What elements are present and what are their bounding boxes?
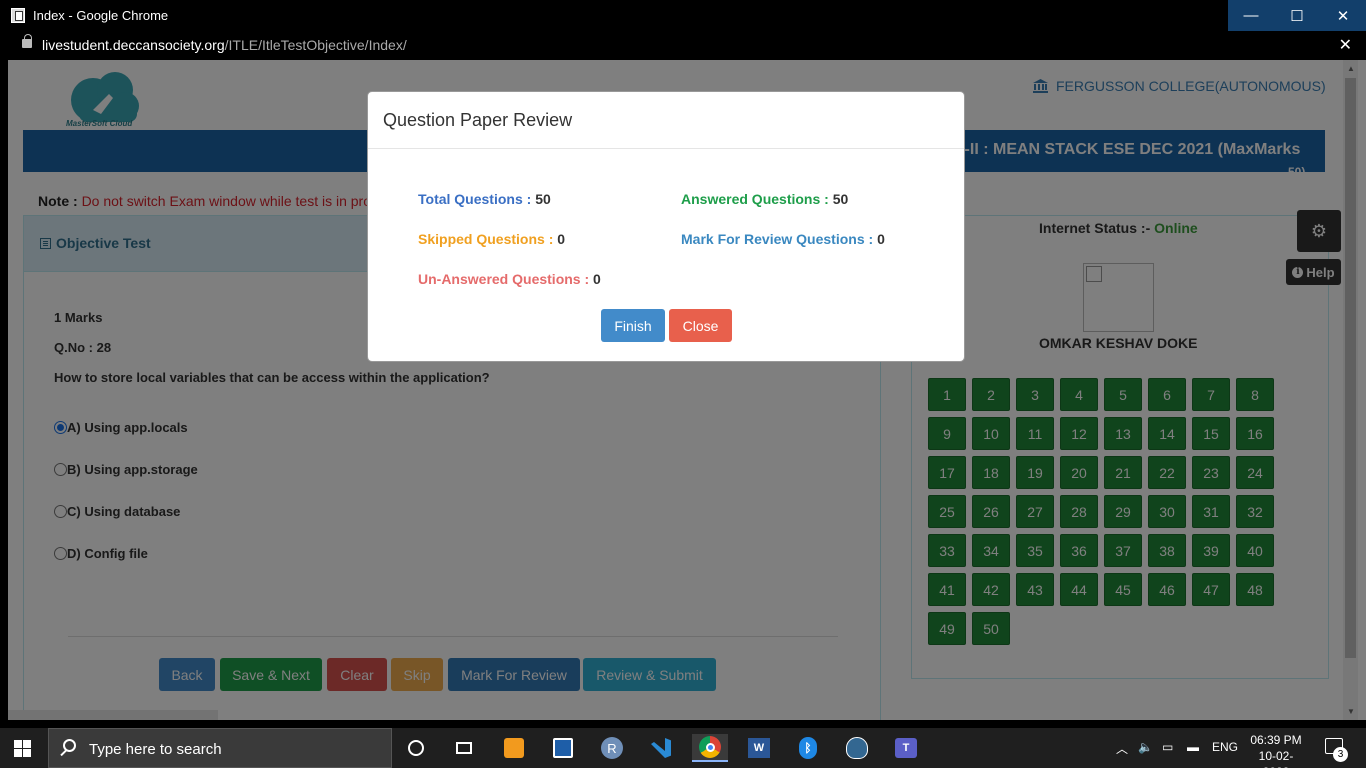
word-icon[interactable]: W [741,734,777,762]
close-window-button[interactable]: ✕ [1320,0,1366,31]
url-path: /ITLE/ItleTestObjective/Index/ [224,37,407,53]
app-icon[interactable] [545,734,581,762]
postgres-icon[interactable] [839,734,875,762]
lock-icon[interactable] [22,34,32,48]
taskbar-search[interactable]: Type here to search [48,728,392,768]
unanswered-value: 0 [593,271,601,287]
minimize-button[interactable]: — [1228,0,1274,31]
answered-questions: Answered Questions : 50 [681,191,848,207]
answered-value: 50 [832,191,849,207]
window-controls: — ☐ ✕ [1228,0,1366,31]
vscode-icon[interactable] [643,734,679,762]
notification-badge: 3 [1333,747,1348,762]
battery-icon[interactable]: ▬ [1187,740,1199,754]
windows-taskbar: Type here to search R W ᛒ T ︿ 🔈 ▭ ▬ ENG … [0,728,1366,768]
review-modal: Question Paper Review Total Questions : … [367,91,965,362]
skipped-label: Skipped Questions : [418,231,554,247]
r-icon[interactable]: R [594,734,630,762]
taskbar-clock[interactable]: 06:39 PM 10-02-2022 [1248,732,1304,768]
mark-review-label: Mark For Review Questions : [681,231,874,247]
mark-review-value: 0 [877,231,885,247]
total-label: Total Questions : [418,191,532,207]
bluetooth-icon[interactable]: ᛒ [790,734,826,762]
modal-title: Question Paper Review [368,92,964,149]
page-icon [11,8,25,23]
total-questions: Total Questions : 50 [418,191,551,207]
task-view-icon[interactable] [446,734,482,762]
cortana-icon[interactable] [398,734,434,762]
address-bar[interactable]: livestudent.deccansociety.org/ITLE/ItleT… [0,31,1366,60]
total-value: 50 [535,191,551,207]
volume-icon[interactable]: 🔈 [1138,740,1153,754]
skipped-questions: Skipped Questions : 0 [418,231,565,247]
unanswered-questions: Un-Answered Questions : 0 [418,271,601,287]
network-icon[interactable]: ▭ [1162,740,1173,754]
close-button[interactable]: Close [669,309,732,342]
answered-label: Answered Questions : [681,191,829,207]
window-title-bar: Index - Google Chrome — ☐ ✕ [0,0,1366,31]
windows-start-icon[interactable] [14,740,31,757]
language-indicator[interactable]: ENG [1212,740,1238,754]
clock-date: 10-02-2022 [1258,749,1294,768]
url-text[interactable]: livestudent.deccansociety.org/ITLE/ItleT… [42,37,407,53]
search-icon [63,739,76,752]
url-host: livestudent.deccansociety.org [42,37,225,53]
sublime-text-icon[interactable] [496,734,532,762]
mark-review-questions: Mark For Review Questions : 0 [681,231,885,247]
unanswered-label: Un-Answered Questions : [418,271,590,287]
skipped-value: 0 [557,231,566,247]
close-popup-icon[interactable]: ✕ [1339,35,1352,55]
window-title: Index - Google Chrome [33,8,169,23]
teams-icon[interactable]: T [888,734,924,762]
clock-time: 06:39 PM [1250,733,1302,747]
maximize-button[interactable]: ☐ [1274,0,1320,31]
show-hidden-icons[interactable]: ︿ [1116,740,1128,757]
search-placeholder: Type here to search [89,741,222,758]
chrome-icon[interactable] [692,734,728,762]
finish-button[interactable]: Finish [601,309,665,342]
